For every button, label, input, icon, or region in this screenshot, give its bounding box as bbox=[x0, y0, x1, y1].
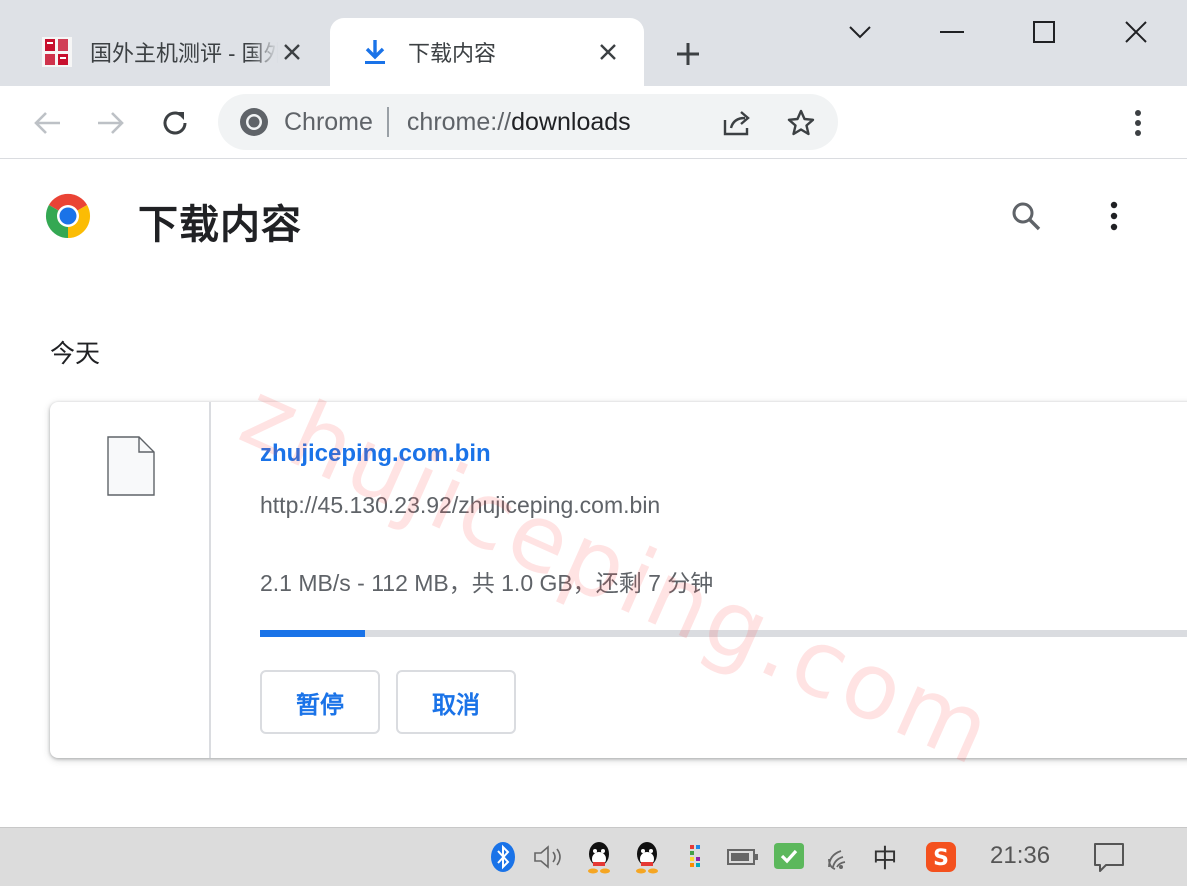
close-icon[interactable] bbox=[1116, 12, 1156, 52]
favicon-zhujiceping-icon bbox=[40, 35, 74, 69]
share-icon[interactable] bbox=[720, 106, 754, 140]
search-icon[interactable] bbox=[1006, 196, 1046, 236]
cancel-button[interactable]: 取消 bbox=[396, 670, 516, 734]
download-arrow-icon bbox=[358, 35, 392, 69]
page-title: 下载内容 bbox=[138, 203, 302, 247]
download-item-card: zhujiceping.com.bin http://45.130.23.92/… bbox=[50, 402, 1187, 758]
kebab-menu-icon[interactable] bbox=[1098, 196, 1130, 236]
tab-strip: 国外主机测评 - 国外VPS， 下载内容 bbox=[0, 0, 1187, 86]
clock: 21:36 bbox=[990, 842, 1051, 869]
url-text[interactable]: chrome://downloads bbox=[407, 108, 631, 137]
url-path: downloads bbox=[511, 107, 631, 136]
bluetooth-icon[interactable] bbox=[484, 838, 522, 876]
address-bar[interactable]: Chrome chrome://downloads bbox=[218, 94, 838, 150]
kebab-menu-icon[interactable] bbox=[1123, 106, 1153, 140]
tab-zhujiceping[interactable]: 国外主机测评 - 国外VPS， bbox=[0, 18, 328, 86]
app-tray-icon[interactable] bbox=[676, 838, 714, 876]
file-name-link[interactable]: zhujiceping.com.bin bbox=[260, 440, 491, 468]
wifi-icon[interactable] bbox=[822, 838, 860, 876]
chrome-logo-icon bbox=[44, 192, 92, 240]
maximize-icon[interactable] bbox=[1024, 12, 1064, 52]
sogou-icon[interactable]: S bbox=[922, 838, 960, 876]
browser-toolbar: Chrome chrome://downloads bbox=[0, 86, 1187, 159]
volume-icon[interactable] bbox=[530, 838, 568, 876]
tab-title: 下载内容 bbox=[408, 41, 497, 66]
wechat-icon[interactable] bbox=[770, 838, 808, 876]
file-icon bbox=[107, 436, 155, 496]
tab-downloads[interactable]: 下载内容 bbox=[330, 18, 644, 86]
battery-icon[interactable] bbox=[724, 838, 762, 876]
chrome-logo-icon bbox=[238, 106, 270, 138]
qq-icon[interactable] bbox=[628, 838, 666, 876]
file-icon-column bbox=[50, 402, 211, 758]
downloads-page: 下载内容 今天 zhujiceping.com.bin http://45.13… bbox=[0, 160, 1187, 827]
tab-title: 国外主机测评 - 国外VPS， bbox=[90, 41, 278, 66]
site-label: Chrome bbox=[284, 107, 373, 136]
download-progress-bar bbox=[260, 630, 1187, 637]
download-progress-fill bbox=[260, 630, 365, 637]
chevron-down-icon[interactable] bbox=[840, 12, 880, 52]
notification-icon[interactable] bbox=[1090, 838, 1128, 876]
file-source-url: http://45.130.23.92/zhujiceping.com.bin bbox=[260, 492, 661, 518]
taskbar: 中 S 21:36 bbox=[0, 827, 1187, 886]
star-icon[interactable] bbox=[784, 106, 818, 140]
reload-icon[interactable] bbox=[156, 104, 194, 142]
plus-icon[interactable] bbox=[670, 36, 706, 72]
forward-arrow-icon[interactable] bbox=[92, 104, 130, 142]
pause-button[interactable]: 暂停 bbox=[260, 670, 380, 734]
qq-icon[interactable] bbox=[580, 838, 618, 876]
ime-indicator[interactable]: 中 bbox=[866, 838, 904, 876]
minimize-icon[interactable] bbox=[932, 12, 972, 52]
download-status: 2.1 MB/s - 112 MB，共 1.0 GB，还剩 7 分钟 bbox=[260, 570, 714, 596]
svg-text:S: S bbox=[933, 846, 949, 871]
section-date-heading: 今天 bbox=[50, 340, 101, 368]
url-scheme: chrome:// bbox=[406, 107, 512, 136]
omnibox-divider bbox=[386, 107, 389, 137]
close-icon[interactable] bbox=[594, 38, 622, 66]
back-arrow-icon[interactable] bbox=[28, 104, 66, 142]
close-icon[interactable] bbox=[278, 38, 306, 66]
